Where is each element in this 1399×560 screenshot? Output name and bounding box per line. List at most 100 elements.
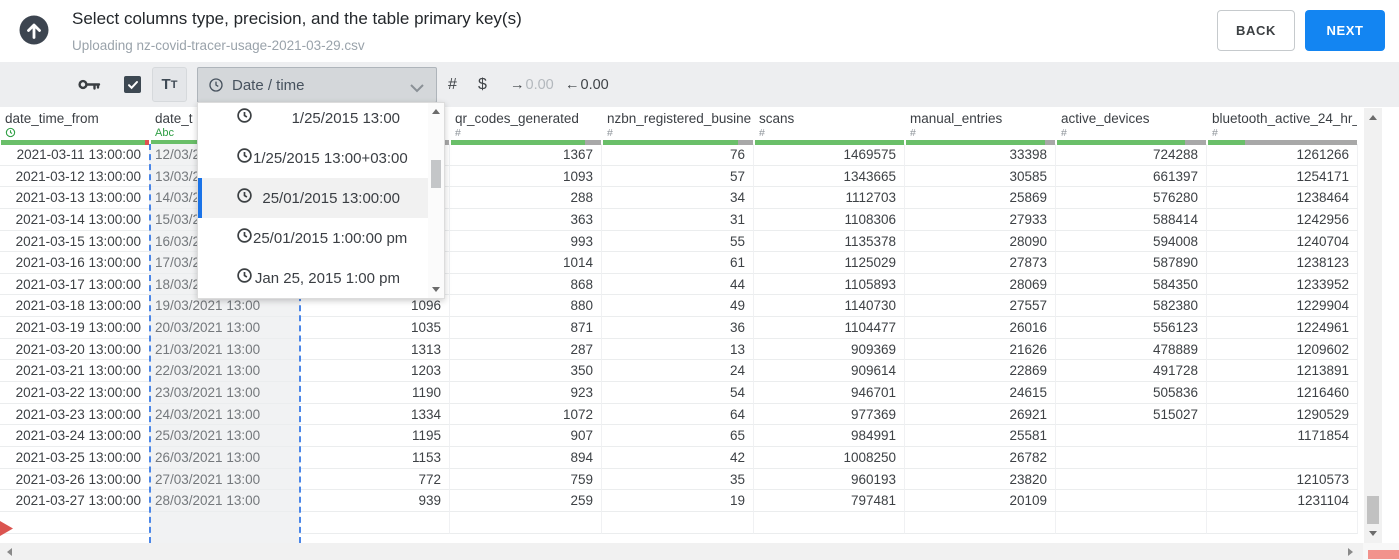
decrease-decimal-button[interactable]: ← 0.00 — [565, 62, 609, 107]
cell[interactable]: 65 — [602, 425, 754, 447]
cell[interactable]: 1290529 — [1207, 403, 1358, 426]
cell[interactable]: 960193 — [754, 468, 905, 491]
cell[interactable]: 724288 — [1056, 144, 1207, 166]
cell[interactable] — [1056, 425, 1207, 447]
column-header-nzbn_registered_busine[interactable]: nzbn_registered_busine # — [602, 107, 754, 145]
cell[interactable]: 23/03/2021 13:00 — [150, 382, 300, 404]
cell[interactable]: 759 — [450, 468, 602, 491]
cell[interactable]: 27557 — [905, 295, 1056, 318]
cell[interactable]: 363 — [450, 208, 602, 231]
cell[interactable]: 2021-03-20 13:00:00 — [0, 338, 150, 361]
cell[interactable]: 880 — [450, 295, 602, 318]
dropdown-scrollbar[interactable] — [428, 103, 444, 298]
date-format-option[interactable]: 1/25/2015 13:00 — [198, 103, 444, 138]
cell[interactable]: 1195 — [300, 425, 450, 447]
cell[interactable]: 28/03/2021 13:00 — [150, 490, 300, 512]
currency-type-button[interactable]: $ — [478, 62, 487, 107]
cell[interactable]: 1231104 — [1207, 490, 1358, 512]
cell[interactable] — [0, 511, 150, 534]
dropdown-scroll-up-icon[interactable] — [432, 109, 440, 114]
cell[interactable]: 1035 — [300, 317, 450, 339]
cell[interactable]: 946701 — [754, 382, 905, 404]
cell[interactable]: 27/03/2021 13:00 — [150, 468, 300, 491]
cell[interactable]: 1469575 — [754, 144, 905, 166]
cell[interactable]: 64 — [602, 403, 754, 426]
cell[interactable]: 1210573 — [1207, 468, 1358, 491]
cell[interactable]: 1093 — [450, 165, 602, 188]
cell[interactable]: 993 — [450, 230, 602, 253]
cell[interactable]: 57 — [602, 165, 754, 188]
cell[interactable]: 1014 — [450, 252, 602, 274]
cell[interactable]: 1229904 — [1207, 295, 1358, 318]
next-button[interactable]: NEXT — [1305, 10, 1385, 51]
cell[interactable]: 587890 — [1056, 252, 1207, 274]
cell[interactable]: 42 — [602, 446, 754, 469]
cell[interactable]: 1190 — [300, 382, 450, 404]
cell[interactable]: 28069 — [905, 273, 1056, 296]
cell[interactable]: 1140730 — [754, 295, 905, 318]
cell[interactable]: 556123 — [1056, 317, 1207, 339]
cell[interactable]: 2021-03-23 13:00:00 — [0, 403, 150, 426]
dropdown-scrollbar-thumb[interactable] — [431, 160, 441, 188]
cell[interactable]: 61 — [602, 252, 754, 274]
scroll-down-icon[interactable] — [1369, 531, 1377, 536]
dropdown-scroll-down-icon[interactable] — [432, 287, 440, 292]
cell[interactable]: 23820 — [905, 468, 1056, 491]
cell[interactable]: 2021-03-15 13:00:00 — [0, 230, 150, 253]
cell[interactable]: 1233952 — [1207, 273, 1358, 296]
cell[interactable] — [905, 511, 1056, 534]
cell[interactable]: 22/03/2021 13:00 — [150, 360, 300, 383]
column-header-active_devices[interactable]: active_devices # — [1056, 107, 1207, 145]
cell[interactable]: 20/03/2021 13:00 — [150, 317, 300, 339]
cell[interactable]: 1112703 — [754, 187, 905, 209]
cell[interactable]: 26016 — [905, 317, 1056, 339]
date-format-option[interactable]: 25/01/2015 13:00:00 — [198, 178, 444, 218]
scroll-left-icon[interactable] — [7, 547, 12, 556]
cell[interactable]: 20109 — [905, 490, 1056, 512]
cell[interactable]: 1072 — [450, 403, 602, 426]
cell[interactable]: 1216460 — [1207, 382, 1358, 404]
cell[interactable]: 287 — [450, 338, 602, 361]
cell[interactable]: 1104477 — [754, 317, 905, 339]
column-type-select[interactable]: Date / time — [197, 67, 437, 103]
scroll-up-icon[interactable] — [1369, 115, 1377, 120]
cell[interactable]: 1213891 — [1207, 360, 1358, 383]
date-format-option[interactable]: 25/01/2015 1:00:00 pm — [198, 218, 444, 258]
cell[interactable]: 36 — [602, 317, 754, 339]
cell[interactable]: 1135378 — [754, 230, 905, 253]
cell[interactable]: 54 — [602, 382, 754, 404]
cell[interactable]: 2021-03-12 13:00:00 — [0, 165, 150, 188]
cell[interactable]: 2021-03-24 13:00:00 — [0, 425, 150, 447]
column-header-qr_codes_generated[interactable]: qr_codes_generated # — [450, 107, 602, 145]
cell[interactable]: 1261266 — [1207, 144, 1358, 166]
cell[interactable]: 984991 — [754, 425, 905, 447]
cell[interactable]: 2021-03-13 13:00:00 — [0, 187, 150, 209]
cell[interactable]: 772 — [300, 468, 450, 491]
cell[interactable]: 1334 — [300, 403, 450, 426]
cell[interactable]: 584350 — [1056, 273, 1207, 296]
cell[interactable] — [602, 511, 754, 534]
column-header-date_time_from[interactable]: date_time_from — [0, 107, 150, 145]
cell[interactable]: 259 — [450, 490, 602, 512]
cell[interactable] — [1207, 511, 1358, 534]
column-header-scans[interactable]: scans # — [754, 107, 905, 145]
cell[interactable]: 2021-03-17 13:00:00 — [0, 273, 150, 296]
vertical-scrollbar-thumb[interactable] — [1367, 496, 1379, 524]
cell[interactable] — [1056, 490, 1207, 512]
scroll-right-icon[interactable] — [1348, 547, 1353, 556]
cell[interactable]: 582380 — [1056, 295, 1207, 318]
cell[interactable]: 1203 — [300, 360, 450, 383]
cell[interactable]: 30585 — [905, 165, 1056, 188]
cell[interactable] — [754, 511, 905, 534]
cell[interactable]: 491728 — [1056, 360, 1207, 383]
cell[interactable] — [1207, 446, 1358, 469]
cell[interactable]: 1171854 — [1207, 425, 1358, 447]
cell[interactable]: 25581 — [905, 425, 1056, 447]
cell[interactable]: 1105893 — [754, 273, 905, 296]
cell[interactable]: 594008 — [1056, 230, 1207, 253]
cell[interactable]: 28090 — [905, 230, 1056, 253]
cell[interactable]: 288 — [450, 187, 602, 209]
cell[interactable]: 34 — [602, 187, 754, 209]
nullable-checkbox[interactable] — [124, 76, 141, 93]
cell[interactable]: 977369 — [754, 403, 905, 426]
